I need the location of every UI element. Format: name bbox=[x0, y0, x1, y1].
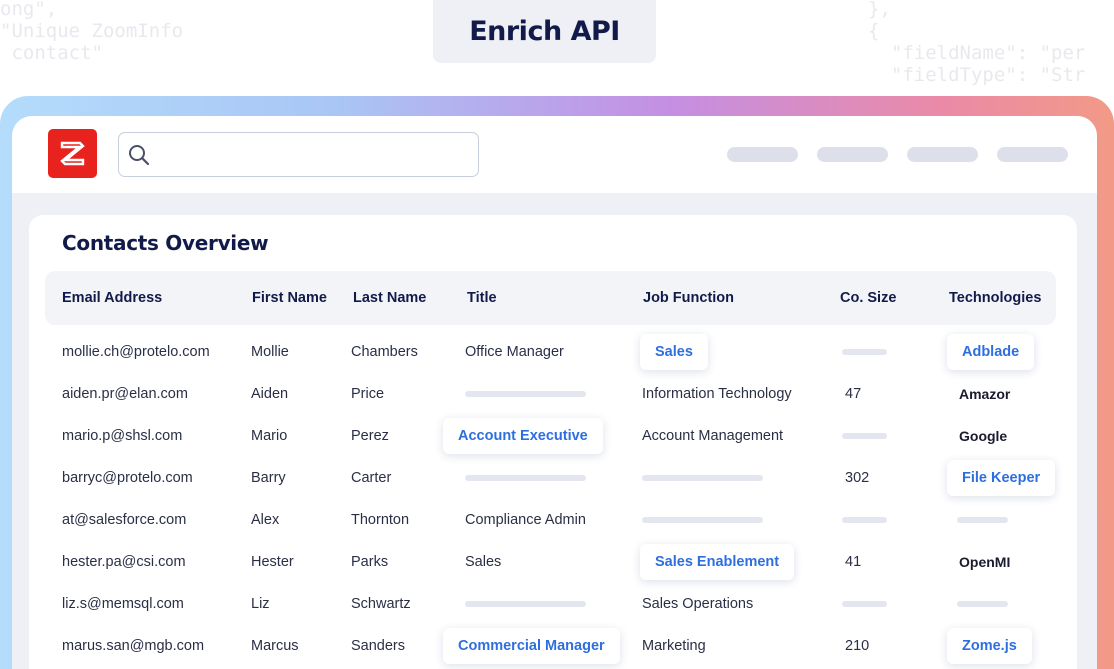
cell-title-chip[interactable]: Commercial Manager bbox=[443, 628, 620, 664]
cell-first-name: Alex bbox=[251, 512, 280, 528]
nav-placeholder-1[interactable] bbox=[727, 147, 798, 162]
column-header-email[interactable]: Email Address bbox=[62, 271, 162, 325]
cell-email: mollie.ch@protelo.com bbox=[62, 344, 210, 360]
cell-last-name: Carter bbox=[351, 470, 392, 486]
background-code-line: "Unique ZoomInfo bbox=[0, 20, 184, 42]
cell-job-function-placeholder bbox=[642, 517, 763, 523]
cell-title-placeholder bbox=[465, 391, 586, 397]
cell-last-name: Sanders bbox=[351, 638, 406, 654]
cell-email: aiden.pr@elan.com bbox=[62, 386, 188, 402]
background-code-left: ong", "Unique ZoomInfo contact" bbox=[0, 0, 183, 64]
cell-first-name: Aiden bbox=[251, 386, 289, 402]
column-header-technologies[interactable]: Technologies bbox=[949, 271, 1041, 325]
cell-company-size: 41 bbox=[845, 554, 862, 570]
cell-technology-chip[interactable]: Zome.js bbox=[947, 628, 1032, 664]
cell-technology: OpenMI bbox=[959, 554, 1011, 570]
cell-email: at@salesforce.com bbox=[62, 512, 187, 528]
cell-technology-placeholder bbox=[957, 601, 1008, 607]
table-header: Email Address First Name Last Name Title… bbox=[45, 271, 1056, 325]
cell-title: Compliance Admin bbox=[465, 512, 586, 528]
cell-technology: Amazor bbox=[959, 386, 1011, 402]
cell-email: hester.pa@csi.com bbox=[62, 554, 186, 570]
cell-last-name: Perez bbox=[351, 428, 389, 444]
cell-last-name: Thornton bbox=[351, 512, 410, 528]
cell-first-name: Marcus bbox=[251, 638, 299, 654]
background-code-line: "fieldType": "Str bbox=[868, 64, 1086, 86]
cell-title-placeholder bbox=[465, 475, 586, 481]
cell-email: mario.p@shsl.com bbox=[62, 428, 183, 444]
cell-company-size-placeholder bbox=[842, 349, 887, 355]
column-header-last-name[interactable]: Last Name bbox=[353, 271, 426, 325]
background-code-line: ong", bbox=[0, 0, 58, 20]
cell-company-size-placeholder bbox=[842, 601, 887, 607]
cell-first-name: Hester bbox=[251, 554, 294, 570]
cell-job-function: Information Technology bbox=[642, 386, 792, 402]
background-code-right: },{ "fieldName": "per "fieldType": "Str bbox=[868, 0, 1085, 86]
cell-first-name: Mario bbox=[251, 428, 288, 444]
cell-title-placeholder bbox=[465, 601, 586, 607]
cell-technology: Google bbox=[959, 428, 1008, 444]
nav-placeholder-3[interactable] bbox=[907, 147, 978, 162]
cell-company-size: 302 bbox=[845, 470, 870, 486]
column-header-title[interactable]: Title bbox=[467, 271, 497, 325]
cell-last-name: Parks bbox=[351, 554, 389, 570]
zoominfo-logo-icon bbox=[60, 141, 85, 166]
search-input[interactable] bbox=[158, 133, 478, 176]
search-bar[interactable] bbox=[118, 132, 479, 177]
card-title: Contacts Overview bbox=[62, 231, 269, 255]
cell-title: Sales bbox=[465, 554, 502, 570]
cell-last-name: Schwartz bbox=[351, 596, 411, 612]
background-code-line: "fieldName": "per bbox=[868, 42, 1086, 64]
cell-technology-chip[interactable]: File Keeper bbox=[947, 460, 1056, 496]
cell-title: Office Manager bbox=[465, 344, 564, 360]
cell-job-function-chip[interactable]: Sales bbox=[640, 334, 708, 370]
nav-placeholder-4[interactable] bbox=[997, 147, 1068, 162]
cell-company-size: 210 bbox=[845, 638, 870, 654]
cell-job-function: Sales Operations bbox=[642, 596, 754, 612]
page-title: Enrich API bbox=[433, 0, 656, 63]
background-code-line: contact" bbox=[0, 42, 103, 64]
cell-first-name: Liz bbox=[251, 596, 270, 612]
cell-title-chip[interactable]: Account Executive bbox=[443, 418, 603, 454]
column-header-first-name[interactable]: First Name bbox=[252, 271, 327, 325]
column-header-company-size[interactable]: Co. Size bbox=[840, 271, 896, 325]
cell-job-function-chip[interactable]: Sales Enablement bbox=[640, 544, 795, 580]
cell-email: liz.s@memsql.com bbox=[62, 596, 184, 612]
cell-company-size: 47 bbox=[845, 386, 862, 402]
search-icon bbox=[129, 144, 150, 165]
cell-technology-placeholder bbox=[957, 517, 1008, 523]
background-code-line: { bbox=[868, 20, 880, 42]
cell-job-function-placeholder bbox=[642, 475, 763, 481]
cell-last-name: Chambers bbox=[351, 344, 418, 360]
nav-placeholder-group bbox=[727, 147, 1068, 162]
cell-email: barryc@protelo.com bbox=[62, 470, 193, 486]
cell-company-size-placeholder bbox=[842, 433, 887, 439]
background-code-line: }, bbox=[868, 0, 891, 20]
cell-company-size-placeholder bbox=[842, 517, 887, 523]
contacts-card: Contacts Overview Email Address First Na… bbox=[29, 215, 1077, 669]
cell-email: marus.san@mgb.com bbox=[62, 638, 205, 654]
app-window: Contacts Overview Email Address First Na… bbox=[12, 116, 1097, 669]
cell-technology-chip[interactable]: Adblade bbox=[947, 334, 1035, 370]
cell-job-function: Account Management bbox=[642, 428, 784, 444]
column-header-job-function[interactable]: Job Function bbox=[643, 271, 734, 325]
cell-first-name: Mollie bbox=[251, 344, 289, 360]
app-header bbox=[12, 116, 1097, 193]
cell-last-name: Price bbox=[351, 386, 385, 402]
nav-placeholder-2[interactable] bbox=[817, 147, 888, 162]
cell-first-name: Barry bbox=[251, 470, 286, 486]
cell-job-function: Marketing bbox=[642, 638, 706, 654]
zoominfo-logo[interactable] bbox=[48, 129, 97, 178]
